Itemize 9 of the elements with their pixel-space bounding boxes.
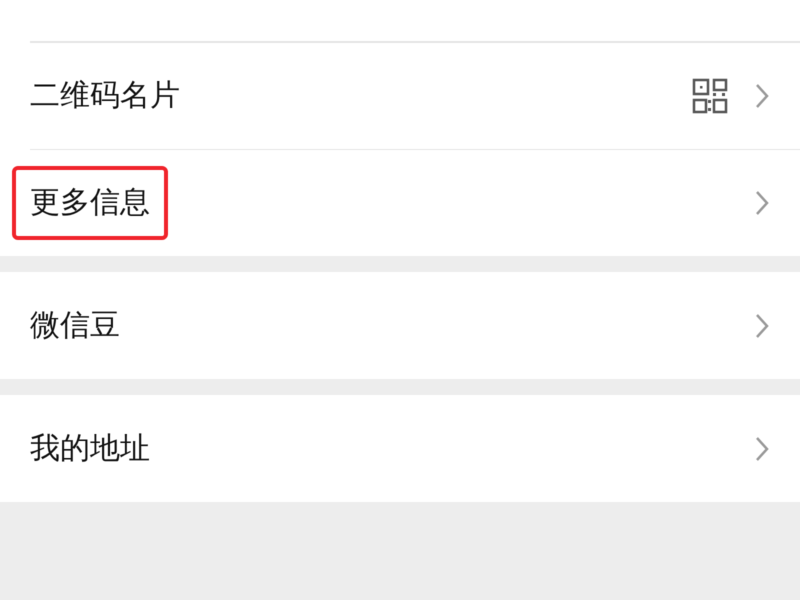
row-label: 微信豆 <box>30 310 120 340</box>
row-label: 我的地址 <box>30 434 150 464</box>
chevron-right-icon <box>754 312 770 340</box>
chevron-right-icon <box>754 82 770 110</box>
chevron-right-icon <box>754 188 770 216</box>
row-label: 二维码名片 <box>30 80 180 110</box>
qr-code-icon <box>692 78 728 114</box>
chevron-right-icon <box>754 434 770 462</box>
row-label: 更多信息 <box>12 166 168 240</box>
